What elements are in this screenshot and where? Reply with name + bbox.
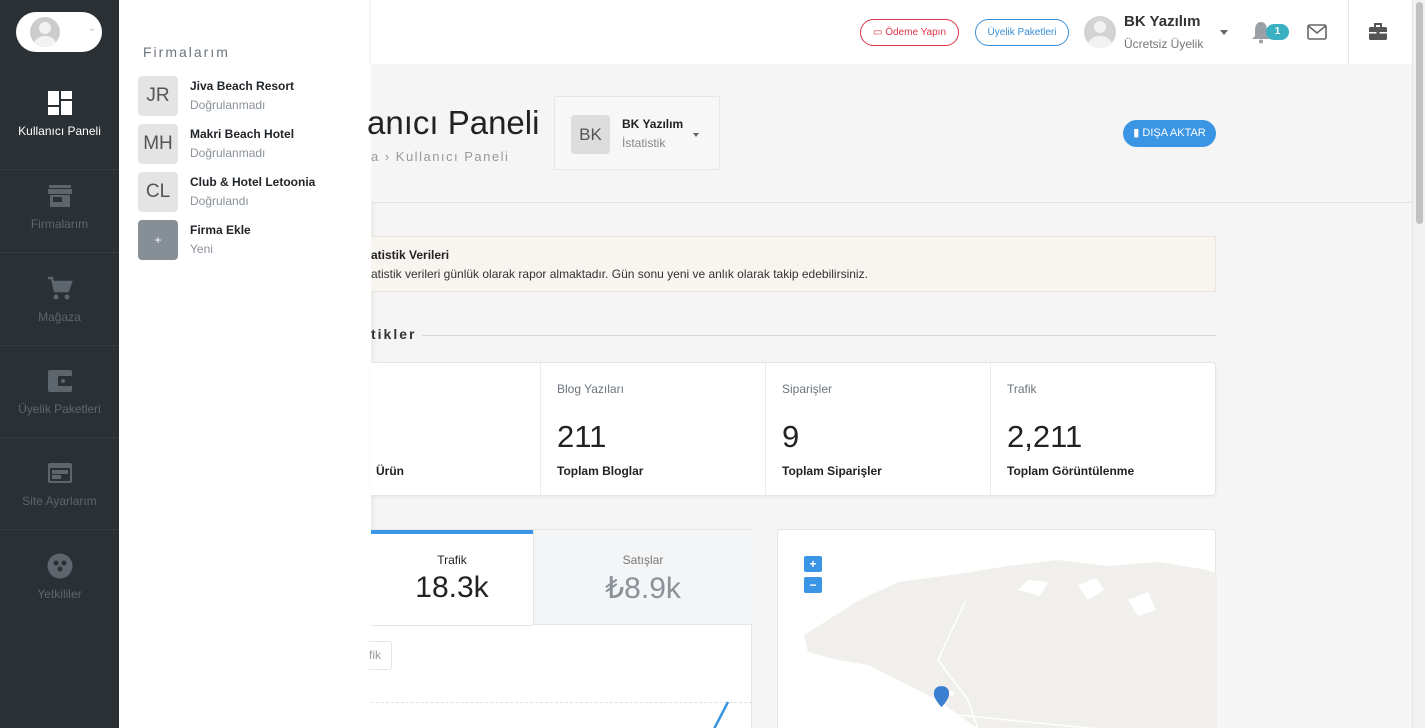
dashboard-icon <box>47 91 72 115</box>
add-firm-button[interactable]: + Firma Ekle Yeni <box>138 220 368 260</box>
user-avatar[interactable] <box>1084 16 1116 48</box>
traffic-line <box>713 701 730 728</box>
header-divider <box>1348 0 1349 64</box>
rail-item-label: Yetkililer <box>37 587 82 601</box>
stat-sub: Toplam Bloglar <box>557 464 644 478</box>
info-alert: atistik Verileri atistik verileri günlük… <box>371 236 1216 292</box>
user-name[interactable]: BK Yazılım <box>1124 13 1200 30</box>
firm-name: Club & Hotel Letoonia <box>190 175 316 189</box>
chevron-down-icon: ⌄ <box>88 23 97 34</box>
wallet-icon <box>47 370 72 392</box>
notification-badge: 1 <box>1266 24 1289 40</box>
page-scrollbar[interactable] <box>1412 0 1425 728</box>
rail-item-label: Site Ayarlarım <box>22 494 97 508</box>
firm-selector-name: BK Yazılım <box>622 117 684 131</box>
map-card: + − <box>777 529 1217 728</box>
stats-card: Ürün Blog Yazıları 211 Toplam Bloglar Si… <box>371 362 1216 496</box>
alert-text: atistik verileri günlük olarak rapor alm… <box>371 267 868 281</box>
top-header: ▭ Ödeme Yapın Üyelik Paketleri BK Yazılı… <box>371 0 1412 64</box>
alert-title: atistik Verileri <box>371 248 450 262</box>
world-map <box>804 560 1217 728</box>
store-icon <box>47 185 72 207</box>
firm-name: Jiva Beach Resort <box>190 79 295 93</box>
flyout-title: Firmalarım <box>143 44 230 60</box>
group-icon <box>47 553 72 579</box>
firm-status: Doğrulandı <box>190 194 249 208</box>
left-rail: ⌄ Kullanıcı Paneli Firmalarım Mağaza Üye… <box>0 0 119 728</box>
section-divider <box>422 335 1216 336</box>
firm-item[interactable]: JR Jiva Beach Resort Doğrulanmadı <box>138 76 368 116</box>
caret-down-icon[interactable] <box>1220 30 1228 35</box>
breadcrumb: a › Kullanıcı Paneli <box>371 149 510 164</box>
rail-item-authorized[interactable]: Yetkililer <box>0 531 119 623</box>
zoom-in-button[interactable]: + <box>804 556 822 572</box>
credit-card-icon: ▭ <box>872 27 883 38</box>
rail-item-firms[interactable]: Firmalarım <box>0 161 119 253</box>
rail-item-store[interactable]: Mağaza <box>0 254 119 346</box>
rail-item-label: Mağaza <box>38 310 81 324</box>
briefcase-icon[interactable] <box>1368 22 1388 42</box>
rail-item-dashboard[interactable]: Kullanıcı Paneli <box>0 78 119 170</box>
user-menu-toggle[interactable]: ⌄ <box>16 12 102 52</box>
firm-selector[interactable]: BK BK Yazılım İstatistik <box>554 96 720 170</box>
stat-label: Trafik <box>1007 382 1037 396</box>
firm-status: Doğrulanmadı <box>190 146 266 160</box>
firm-avatar: MH <box>138 124 178 164</box>
stat-sub: Ürün <box>376 464 404 478</box>
stat-traffic: Trafik 2,211 Toplam Görüntülenme <box>990 363 1215 495</box>
export-button[interactable]: ▮ DIŞA AKTAR <box>1123 120 1216 147</box>
firm-status: Yeni <box>190 242 213 256</box>
stat-products: Ürün <box>371 363 540 495</box>
stat-value: 2,211 <box>1007 419 1083 454</box>
page-header: anıcı Paneli a › Kullanıcı Paneli BK BK … <box>367 64 1412 203</box>
firm-avatar: BK <box>571 115 610 154</box>
stat-label: Siparişler <box>782 382 833 396</box>
stat-value: 211 <box>557 419 607 454</box>
stat-blogs: Blog Yazıları 211 Toplam Bloglar <box>540 363 765 495</box>
rail-item-label: Kullanıcı Paneli <box>18 124 101 138</box>
avatar-icon <box>30 17 60 47</box>
traffic-card: Trafik 18.3k Satışlar ₺8.9k fik <box>369 529 752 728</box>
pay-button-label: Ödeme Yapın <box>885 27 946 38</box>
firm-item[interactable]: MH Makri Beach Hotel Doğrulanmadı <box>138 124 368 164</box>
rail-item-packages[interactable]: Üyelik Paketleri <box>0 346 119 438</box>
rail-item-label: Firmalarım <box>30 217 89 231</box>
caret-down-icon <box>693 133 699 137</box>
browser-icon <box>47 463 72 483</box>
export-button-label: DIŞA AKTAR <box>1142 127 1206 139</box>
rail-item-site-settings[interactable]: Site Ayarlarım <box>0 438 119 530</box>
firm-item[interactable]: CL Club & Hotel Letoonia Doğrulandı <box>138 172 368 212</box>
user-plan: Ücretsiz Üyelik <box>1124 37 1204 51</box>
pay-button[interactable]: ▭ Ödeme Yapın <box>860 19 959 46</box>
zoom-out-button[interactable]: − <box>804 577 822 593</box>
firm-name: Makri Beach Hotel <box>190 127 295 141</box>
firm-avatar: JR <box>138 76 178 116</box>
section-title: tikler <box>371 326 417 342</box>
stat-sub: Toplam Görüntülenme <box>1007 464 1135 478</box>
firm-selector-sub: İstatistik <box>622 136 666 150</box>
firm-name: Firma Ekle <box>190 223 251 237</box>
stat-label: Blog Yazıları <box>557 382 624 396</box>
firms-flyout: Firmalarım JR Jiva Beach Resort Doğrulan… <box>119 0 371 728</box>
stat-sub: Toplam Siparişler <box>782 464 882 478</box>
file-icon: ▮ <box>1133 127 1140 139</box>
firm-avatar: CL <box>138 172 178 212</box>
firm-status: Doğrulanmadı <box>190 98 266 112</box>
rail-item-label: Üyelik Paketleri <box>18 402 101 416</box>
page-title: anıcı Paneli <box>367 104 540 141</box>
packages-button[interactable]: Üyelik Paketleri <box>975 19 1069 46</box>
plus-icon: + <box>138 220 178 260</box>
mail-icon[interactable] <box>1307 24 1327 40</box>
stat-orders: Siparişler 9 Toplam Siparişler <box>765 363 990 495</box>
stat-value: 9 <box>782 419 800 454</box>
scrollbar-thumb[interactable] <box>1416 2 1423 224</box>
cart-icon <box>47 276 73 300</box>
